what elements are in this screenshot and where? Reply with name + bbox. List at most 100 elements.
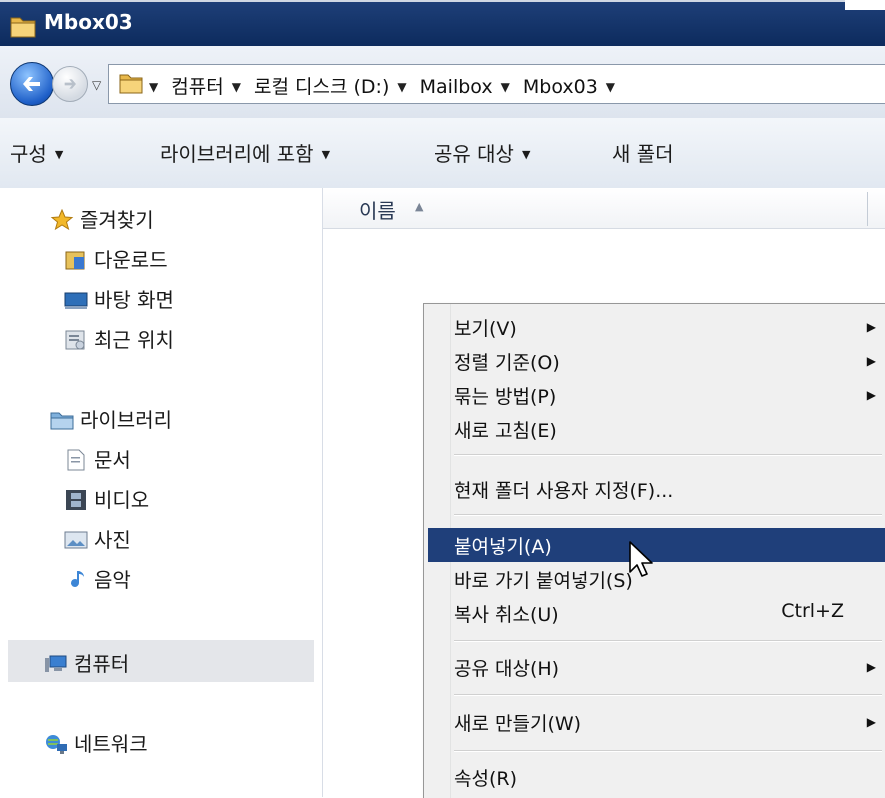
menu-item-label: 정렬 기준(O) [454, 352, 560, 374]
menu-item-undo-copy[interactable]: 복사 취소(U) Ctrl+Z [428, 596, 885, 630]
computer-icon [44, 653, 68, 675]
network-icon [44, 733, 68, 755]
submenu-arrow-icon: ▶ [866, 715, 876, 729]
menu-separator [454, 514, 882, 516]
submenu-arrow-icon: ▶ [866, 354, 876, 368]
menu-separator [454, 640, 882, 642]
menu-item-label: 묶는 방법(P) [454, 386, 557, 408]
downloads-folder-icon [64, 249, 88, 271]
recent-places-icon [64, 329, 88, 351]
nav-label: 라이브러리 [80, 408, 172, 432]
submenu-arrow-icon: ▶ [866, 320, 876, 334]
breadcrumb-mbox03[interactable]: Mbox03 [523, 76, 598, 98]
menu-item-group-by[interactable]: 묶는 방법(P) ▶ [428, 378, 885, 412]
breadcrumb-separator[interactable]: ▼ [149, 80, 158, 94]
nav-label: 음악 [94, 568, 131, 592]
column-divider[interactable] [867, 192, 868, 226]
nav-item-computer[interactable]: 컴퓨터 [44, 648, 129, 677]
forward-button[interactable] [52, 66, 88, 102]
forward-arrow-icon [64, 79, 76, 89]
breadcrumb-mailbox[interactable]: Mailbox [420, 76, 493, 98]
address-bar-row: ▽ ▼ 컴퓨터 ▼ 로컬 디스크 (D:) ▼ Mailbox ▼ Mbox03 ▼ [0, 46, 885, 119]
menu-item-label: 새로 만들기(W) [454, 713, 582, 735]
breadcrumb-separator[interactable]: ▼ [501, 80, 510, 94]
submenu-arrow-icon: ▶ [866, 660, 876, 674]
menu-item-refresh[interactable]: 새로 고침(E) [428, 412, 885, 446]
menu-item-view[interactable]: 보기(V) ▶ [428, 310, 885, 344]
breadcrumb-computer[interactable]: 컴퓨터 [171, 76, 223, 98]
menu-item-label: 속성(R) [454, 768, 517, 790]
menu-item-label: 공유 대상(H) [454, 658, 560, 680]
menu-separator [454, 694, 882, 696]
back-arrow-icon [23, 77, 40, 91]
history-dropdown[interactable]: ▽ [92, 78, 101, 92]
chevron-down-icon: ▼ [521, 148, 531, 161]
mouse-pointer-icon [628, 540, 656, 584]
nav-item-documents[interactable]: 문서 [64, 444, 131, 473]
nav-label: 최근 위치 [94, 328, 174, 352]
breadcrumb-separator[interactable]: ▼ [232, 80, 241, 94]
nav-item-libraries[interactable]: 라이브러리 [50, 404, 172, 433]
nav-label: 즐겨찾기 [80, 208, 154, 232]
menu-item-properties[interactable]: 속성(R) [428, 760, 885, 794]
address-box[interactable]: ▼ 컴퓨터 ▼ 로컬 디스크 (D:) ▼ Mailbox ▼ Mbox03 ▼ [108, 64, 885, 104]
new-folder-button[interactable]: 새 폴더 [612, 138, 674, 167]
music-note-icon [64, 569, 88, 591]
menu-item-new[interactable]: 새로 만들기(W) ▶ [428, 705, 885, 739]
nav-item-recent[interactable]: 최근 위치 [64, 324, 174, 353]
chevron-down-icon: ▼ [321, 148, 331, 161]
breadcrumb-separator[interactable]: ▼ [397, 80, 406, 94]
picture-icon [64, 529, 88, 551]
nav-item-network[interactable]: 네트워크 [44, 728, 148, 757]
window-corner [845, 0, 885, 10]
folder-icon [10, 14, 36, 42]
menu-item-paste-shortcut[interactable]: 바로 가기 붙여넣기(S) [428, 562, 885, 596]
menu-separator [454, 454, 882, 456]
include-in-library-button[interactable]: 라이브러리에 포함 ▼ [160, 138, 330, 167]
back-button[interactable] [10, 62, 54, 106]
menu-item-label: 복사 취소(U) [454, 604, 559, 626]
share-with-button[interactable]: 공유 대상 ▼ [434, 138, 530, 167]
nav-label: 다운로드 [94, 248, 168, 272]
star-icon [50, 208, 74, 231]
command-toolbar: 구성 ▼ 라이브러리에 포함 ▼ 공유 대상 ▼ 새 폴더 [0, 118, 885, 189]
nav-item-favorites[interactable]: 즐겨찾기 [50, 204, 154, 233]
menu-separator [454, 750, 882, 752]
menu-item-share-with[interactable]: 공유 대상(H) ▶ [428, 650, 885, 684]
nav-label: 사진 [94, 528, 131, 552]
nav-item-music[interactable]: 음악 [64, 564, 131, 593]
library-icon [50, 409, 74, 431]
include-in-library-label: 라이브러리에 포함 [160, 142, 314, 166]
submenu-arrow-icon: ▶ [866, 388, 876, 402]
chevron-down-icon: ▼ [54, 148, 64, 161]
nav-item-pictures[interactable]: 사진 [64, 524, 131, 553]
nav-label: 바탕 화면 [94, 288, 174, 312]
organize-label: 구성 [10, 142, 47, 166]
breadcrumb-separator[interactable]: ▼ [606, 80, 615, 94]
nav-item-desktop[interactable]: 바탕 화면 [64, 284, 174, 313]
shortcut-text: Ctrl+Z [781, 600, 844, 622]
desktop-icon [64, 289, 88, 311]
nav-label: 문서 [94, 448, 131, 472]
new-folder-label: 새 폴더 [612, 142, 674, 166]
film-icon [64, 489, 88, 511]
breadcrumb-local-disk[interactable]: 로컬 디스크 (D:) [254, 76, 389, 98]
breadcrumb: ▼ 컴퓨터 ▼ 로컬 디스크 (D:) ▼ Mailbox ▼ Mbox03 ▼ [147, 72, 622, 99]
navigation-pane: 즐겨찾기 다운로드 바탕 화면 최근 위치 라이브러리 문서 비디오 사진 음악… [0, 188, 323, 797]
document-icon [64, 449, 88, 471]
menu-item-sort-by[interactable]: 정렬 기준(O) ▶ [428, 344, 885, 378]
nav-item-videos[interactable]: 비디오 [64, 484, 149, 513]
menu-item-paste[interactable]: 붙여넣기(A) [428, 528, 885, 562]
organize-button[interactable]: 구성 ▼ [10, 138, 63, 167]
column-header-name[interactable]: 이름 [359, 195, 396, 224]
title-bar: Mbox03 [0, 0, 885, 48]
menu-item-label: 바로 가기 붙여넣기(S) [454, 570, 633, 592]
column-header-row: 이름 ▲ [323, 188, 885, 229]
nav-label: 비디오 [94, 488, 150, 512]
menu-item-label: 현재 폴더 사용자 지정(F)... [454, 480, 674, 502]
folder-icon [119, 71, 143, 99]
menu-item-label: 붙여넣기(A) [454, 536, 552, 558]
menu-item-customize-folder[interactable]: 현재 폴더 사용자 지정(F)... [428, 472, 885, 506]
menu-item-label: 새로 고침(E) [454, 420, 557, 442]
nav-item-downloads[interactable]: 다운로드 [64, 244, 168, 273]
